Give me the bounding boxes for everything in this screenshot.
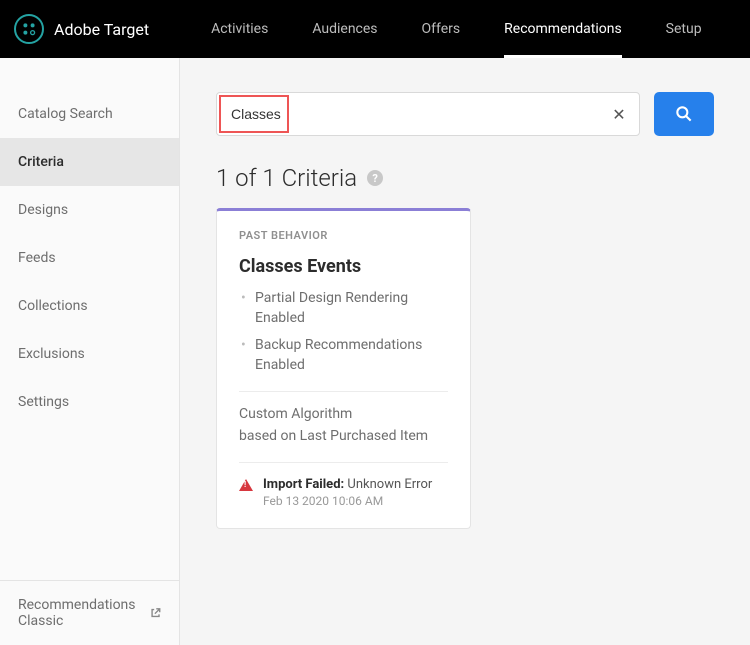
app-logo-wrap: Adobe Target [14,14,149,44]
app-title: Adobe Target [54,20,149,39]
nav-activities[interactable]: Activities [189,0,290,58]
criteria-card[interactable]: PAST BEHAVIOR Classes Events Partial Des… [216,208,471,529]
status-text: Import Failed: Unknown Error Feb 13 2020… [263,477,432,508]
card-based-on: based on Last Purchased Item [239,428,448,444]
sidebar-item-designs[interactable]: Designs [0,186,179,234]
help-icon[interactable]: ? [367,170,383,186]
status-date: Feb 13 2020 10:06 AM [263,494,432,508]
nav-items: Activities Audiences Offers Recommendati… [189,0,724,58]
search-row: ✕ [216,92,714,136]
nav-offers[interactable]: Offers [400,0,483,58]
status-message: Unknown Error [347,477,432,492]
main: Catalog Search Criteria Designs Feeds Co… [0,58,750,645]
close-icon: ✕ [612,105,625,124]
search-icon [674,104,694,124]
sidebar-item-label: Exclusions [18,346,85,362]
clear-search-button[interactable]: ✕ [599,105,639,124]
top-nav: Adobe Target Activities Audiences Offers… [0,0,750,58]
search-input-wrap: ✕ [216,92,640,136]
search-input[interactable] [217,94,599,134]
sidebar-item-label: Settings [18,394,69,410]
sidebar-item-feeds[interactable]: Feeds [0,234,179,282]
nav-setup[interactable]: Setup [644,0,724,58]
sidebar-item-classic[interactable]: Recommendations Classic [0,581,179,645]
status-row: Import Failed: Unknown Error Feb 13 2020… [239,477,448,508]
sidebar: Catalog Search Criteria Designs Feeds Co… [0,58,180,645]
sidebar-item-label: Collections [18,298,88,314]
status-label: Import Failed: [263,477,344,492]
card-tag: PAST BEHAVIOR [239,229,448,242]
results-title: 1 of 1 Criteria [216,164,357,192]
sidebar-item-catalog-search[interactable]: Catalog Search [0,90,179,138]
divider [239,391,448,392]
search-button[interactable] [654,92,714,136]
list-item: Backup Recommendations Enabled [239,336,448,375]
sidebar-item-label: Recommendations Classic [18,597,150,629]
external-link-icon [150,606,161,620]
card-feature-list: Partial Design Rendering Enabled Backup … [239,289,448,375]
results-header: 1 of 1 Criteria ? [216,164,714,192]
sidebar-item-settings[interactable]: Settings [0,378,179,426]
sidebar-item-label: Designs [18,202,68,218]
divider [239,462,448,463]
sidebar-item-collections[interactable]: Collections [0,282,179,330]
sidebar-item-criteria[interactable]: Criteria [0,138,179,186]
sidebar-item-label: Feeds [18,250,56,266]
sidebar-item-label: Criteria [18,154,64,170]
sidebar-item-exclusions[interactable]: Exclusions [0,330,179,378]
nav-recommendations[interactable]: Recommendations [482,0,644,58]
card-algorithm: Custom Algorithm [239,406,448,422]
nav-audiences[interactable]: Audiences [290,0,399,58]
list-item: Partial Design Rendering Enabled [239,289,448,328]
sidebar-item-label: Catalog Search [18,106,113,122]
content: ✕ 1 of 1 Criteria ? PAST BEHAVIOR Classe… [180,58,750,645]
app-logo-icon [14,14,44,44]
card-title: Classes Events [239,256,448,277]
warning-icon [239,479,253,491]
